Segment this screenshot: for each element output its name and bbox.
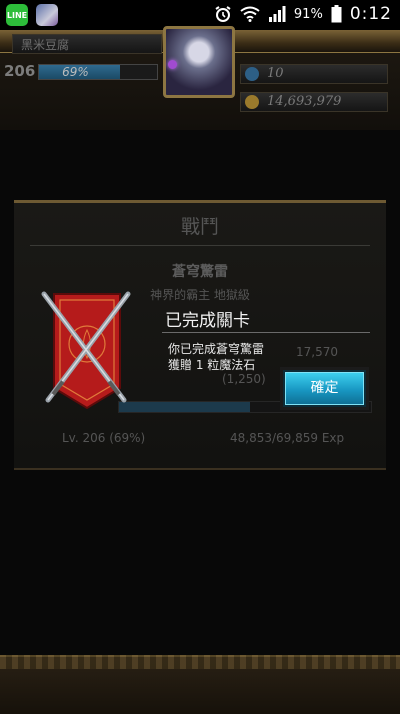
stamina-plate: 10 <box>240 64 388 84</box>
dialog-title: 已完成關卡 <box>165 311 250 331</box>
line-app-icon: LINE <box>6 4 28 26</box>
dialog-message-line2: 獲贈 1 粒魔法石 <box>168 358 256 372</box>
stage-name: 蒼穹驚雷 <box>172 264 228 280</box>
battery-icon <box>331 5 342 23</box>
dialog-divider <box>162 332 370 333</box>
gold-plate: 14,693,979 <box>240 92 388 112</box>
exp-percent: 69% <box>62 65 89 79</box>
alarm-icon <box>215 6 231 22</box>
coin-icon <box>245 95 259 109</box>
player-level: 206 <box>4 62 36 80</box>
crossed-swords-banner-icon <box>41 291 131 410</box>
player-name[interactable]: 黑米豆腐 <box>12 34 162 54</box>
wifi-icon <box>240 6 260 22</box>
dialog-message-line1: 你已完成蒼穹驚雷 <box>168 342 265 356</box>
exp-info: 48,853/69,859 Exp <box>230 431 345 445</box>
gold-value: 14,693,979 <box>267 94 342 109</box>
level-info: Lv. 206 (69%) <box>62 431 146 445</box>
confirm-button[interactable]: 確定 <box>283 370 366 407</box>
bottom-ornament <box>0 655 400 669</box>
battery-percent: 91% <box>293 6 323 22</box>
stamina-icon <box>245 67 259 81</box>
stamina-value: 10 <box>267 66 284 81</box>
reward-value: 17,570 <box>296 345 338 359</box>
clock: 0:12 <box>349 4 392 24</box>
gem-icon <box>168 60 177 69</box>
panel-title: 戰鬥 <box>180 216 219 238</box>
divider <box>30 245 370 246</box>
signal-icon <box>268 6 286 22</box>
game-app-icon <box>36 4 58 26</box>
reward-label: (1,250) <box>222 372 266 386</box>
